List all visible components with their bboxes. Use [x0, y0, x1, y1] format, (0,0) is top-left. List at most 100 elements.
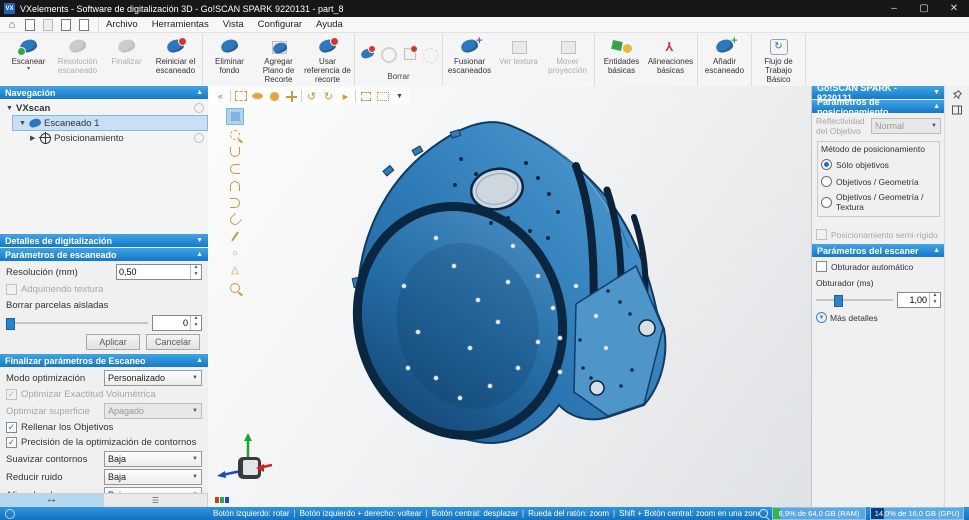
expand-arrow-icon[interactable]: ▼: [6, 105, 13, 112]
scan-dropdown-caret[interactable]: ▾: [27, 66, 30, 73]
isolated-patches-input[interactable]: [153, 316, 190, 330]
tree-item-posicionamiento[interactable]: ▶ Posicionamiento: [24, 131, 208, 145]
move-projection-button: Mover proyección: [543, 35, 592, 75]
panel-layout-icon[interactable]: [951, 104, 963, 116]
isolated-patches-spinner[interactable]: ▲▼: [152, 315, 202, 331]
collapsed-arrow-icon[interactable]: ▶: [30, 134, 37, 142]
collapse-chevron-icon[interactable]: ▲: [196, 89, 203, 96]
scanner-parameters-header[interactable]: Parámetros del escaner▲: [812, 244, 945, 257]
menu-configurar[interactable]: Configurar: [251, 19, 309, 30]
cancel-button[interactable]: Cancelar: [146, 334, 200, 350]
chevron-down-icon[interactable]: ▼: [933, 89, 940, 96]
right-panel: Go!SCAN SPARK - 9220131▼ Parámetros de p…: [811, 86, 945, 507]
semi-rigid-checkbox: [816, 229, 827, 240]
home-icon[interactable]: ⌂: [6, 19, 18, 31]
import-icon[interactable]: [60, 19, 72, 31]
erase-eraser-icon[interactable]: [401, 45, 419, 63]
radio-icon[interactable]: [821, 176, 832, 187]
viewport-3d[interactable]: « ↺ ↻ ▸ ▼: [208, 86, 812, 507]
expand-chevron-icon[interactable]: ▼: [196, 237, 203, 244]
reduce-noise-select[interactable]: Baja▼: [104, 469, 202, 485]
isolated-patches-slider[interactable]: [6, 317, 148, 329]
tree-item-vxscan[interactable]: ▼ VXscan: [0, 101, 208, 115]
reflectivity-label: Reflectividad del Objetivo: [816, 116, 867, 136]
remove-background-button[interactable]: Eliminar fondo: [205, 35, 254, 75]
merge-scans-button[interactable]: + Fusionar escaneados: [445, 35, 494, 75]
scanner-parameters-body: Obturador automático Obturador (ms) ▲▼ ▼…: [812, 257, 945, 327]
basic-entities-button[interactable]: Entidades básicas: [597, 35, 646, 75]
axis-triad: [214, 427, 284, 485]
contour-precision-checkbox[interactable]: [6, 437, 17, 448]
shutter-slider[interactable]: [816, 294, 893, 306]
menu-ayuda[interactable]: Ayuda: [309, 19, 350, 30]
status-magnifier-icon[interactable]: [759, 509, 768, 518]
basic-alignments-button[interactable]: Y Alineaciones básicas: [646, 35, 695, 75]
export-icon[interactable]: [78, 19, 90, 31]
scanned-model-3d[interactable]: [208, 86, 812, 507]
volumetric-accuracy-checkbox: [6, 389, 17, 400]
finalize-parameters-header[interactable]: Finalizar parámetros de Escaneo▲: [0, 354, 208, 367]
minimize-button[interactable]: –: [879, 0, 909, 17]
add-clipping-plane-icon: [266, 37, 292, 57]
contour-precision-label: Precisión de la optimización de contorno…: [21, 437, 202, 448]
clipping-reference-button[interactable]: Usar referencia de recorte: [303, 35, 352, 85]
tab-tree-view[interactable]: ⊶: [0, 494, 104, 507]
collapse-chevron-icon[interactable]: ▲: [933, 247, 940, 254]
erase-lasso-icon: [423, 48, 438, 63]
optimization-mode-select[interactable]: Personalizado▼: [104, 370, 202, 386]
fill-targets-checkbox[interactable]: [6, 422, 17, 433]
add-clipping-plane-button[interactable]: Agregar Plano de Recorte: [254, 35, 303, 85]
move-projection-icon: [555, 37, 581, 57]
auto-shutter-label: Obturador automático: [831, 262, 941, 272]
positioning-method-group: Método de posicionamiento Sólo objetivos…: [817, 141, 940, 217]
smooth-contours-select[interactable]: Baja▼: [104, 451, 202, 467]
guided-workflow-icon: ↻: [766, 37, 792, 57]
radio-objetivos-geometria-textura[interactable]: Objetivos / Geometría / Textura: [821, 192, 936, 212]
radio-objetivos-geometria[interactable]: Objetivos / Geometría: [821, 175, 936, 188]
menu-archivo[interactable]: Archivo: [99, 19, 145, 30]
digitization-details-header[interactable]: Detalles de digitalización▼: [0, 234, 208, 247]
radio-icon[interactable]: [821, 159, 832, 170]
shutter-spinner[interactable]: ▲▼: [897, 292, 941, 308]
guided-workflow-button[interactable]: ↻ Flujo de Trabajo Básico guiado: [754, 35, 803, 94]
fill-targets-label: Rellenar los Objetivos: [21, 422, 202, 433]
menu-herramientas[interactable]: Herramientas: [145, 19, 216, 30]
scan-button[interactable]: Escanear ▾: [4, 35, 53, 73]
erase-brush-icon[interactable]: [359, 45, 377, 63]
pin-icon[interactable]: [951, 89, 963, 101]
collapse-chevron-icon[interactable]: ▲: [933, 103, 940, 110]
radio-solo-objetivos[interactable]: Sólo objetivos: [821, 158, 936, 171]
collapse-chevron-icon[interactable]: ▲: [196, 251, 203, 258]
spinner-arrows-icon[interactable]: ▲▼: [190, 265, 201, 279]
scan-parameters-header[interactable]: Parámetros de escaneado▲: [0, 248, 208, 261]
restart-scan-button[interactable]: Reiniciar el escaneado: [151, 35, 200, 75]
scan-icon: [16, 37, 42, 57]
maximize-button[interactable]: ▢: [909, 0, 939, 17]
shutter-input[interactable]: [898, 293, 929, 307]
collapse-chevron-icon[interactable]: ▲: [196, 357, 203, 364]
tree-item-escaneado[interactable]: ▼ Escaneado 1: [12, 115, 208, 131]
row-options-icon[interactable]: [194, 103, 204, 113]
positioning-parameters-header[interactable]: Parámetros de posicionamiento▲: [812, 100, 945, 113]
apply-button[interactable]: Aplicar: [86, 334, 140, 350]
row-options-icon[interactable]: [194, 133, 204, 143]
tab-list-view[interactable]: ☰: [104, 494, 208, 507]
clipping-reference-icon: [315, 37, 341, 57]
close-button[interactable]: ✕: [939, 0, 969, 17]
radio-icon[interactable]: [821, 197, 832, 208]
add-scan-button[interactable]: + Añadir escaneado: [700, 35, 749, 75]
spinner-arrows-icon[interactable]: ▲▼: [190, 316, 201, 330]
erase-group: Borrar: [357, 35, 440, 81]
basic-alignments-icon: Y: [658, 37, 684, 57]
expand-arrow-icon[interactable]: ▼: [19, 120, 26, 127]
more-details-toggle[interactable]: ▼ Más detalles: [816, 311, 941, 324]
menu-vista[interactable]: Vista: [216, 19, 251, 30]
spinner-arrows-icon[interactable]: ▲▼: [929, 293, 940, 307]
volumetric-accuracy-label: Optimizar Exactitud Volumétrica: [21, 389, 202, 400]
navigation-header[interactable]: Navegación▲: [0, 86, 208, 99]
auto-shutter-checkbox[interactable]: [816, 261, 827, 272]
resolution-spinner[interactable]: ▲▼: [116, 264, 202, 280]
resolution-input[interactable]: [117, 265, 190, 279]
new-document-icon[interactable]: [24, 19, 36, 31]
title-bar: VX VXelements - Software de digitalizaci…: [0, 0, 969, 17]
